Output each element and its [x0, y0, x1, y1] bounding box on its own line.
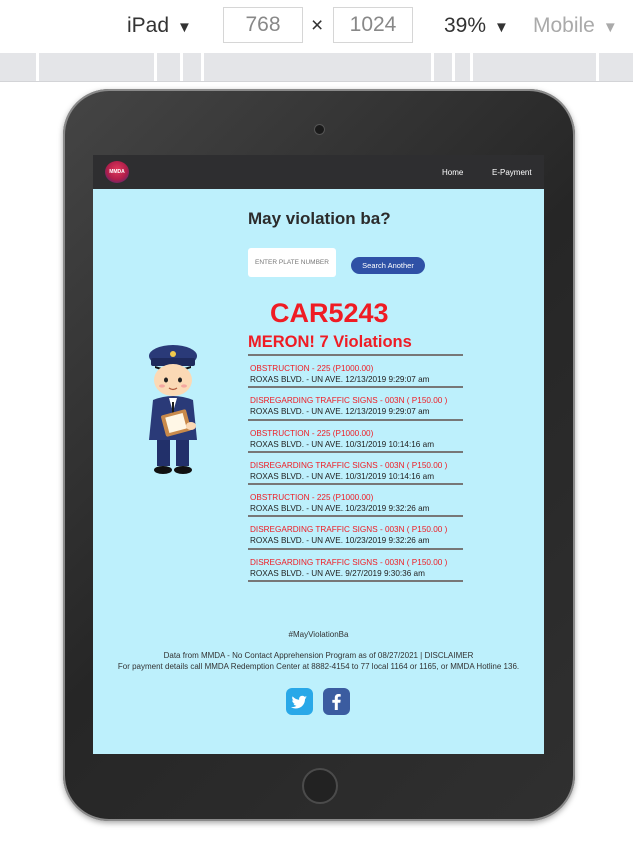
media-query-bar[interactable] [0, 53, 633, 82]
plate-number-input[interactable] [248, 248, 336, 277]
ruler-tick [154, 53, 157, 81]
violation-location: ROXAS BLVD. - UN AVE. 10/31/2019 10:14:1… [250, 471, 435, 481]
violation-title: DISREGARDING TRAFFIC SIGNS - 003N ( P150… [250, 396, 448, 406]
zoom-select[interactable]: 39% ▼ [444, 14, 509, 38]
ruler-tick [201, 53, 204, 81]
traffic-enforcer-illustration [149, 345, 197, 474]
ruler-tick [596, 53, 599, 81]
device-select-label: iPad [127, 14, 170, 37]
violation-title: OBSTRUCTION - 225 (P1000.00) [250, 493, 374, 503]
violation-item: DISREGARDING TRAFFIC SIGNS - 003N ( P150… [248, 453, 463, 486]
chevron-down-icon: ▼ [602, 19, 618, 36]
ruler-tick [470, 53, 473, 81]
device-select[interactable]: iPad ▼ [127, 14, 192, 38]
violation-location: ROXAS BLVD. - UN AVE. 10/23/2019 9:32:26… [250, 536, 430, 546]
violation-location: ROXAS BLVD. - UN AVE. 12/13/2019 9:29:07… [250, 375, 430, 384]
violation-location: ROXAS BLVD. - UN AVE. 10/23/2019 9:32:26… [250, 504, 430, 514]
footer-payment-details: For payment details call MMDA Redemption… [117, 661, 520, 671]
device-toolbar: iPad ▼ 768 × 1024 39% ▼ Mobile ▼ [0, 0, 633, 52]
hashtag: #MayViolationBa [288, 630, 349, 639]
emulated-screen: MMDA Home E-Payment May violation ba? Se… [93, 155, 544, 754]
footer-text: Data from MMDA - No Contact Apprehension… [103, 651, 534, 672]
violation-count: MERON! 7 Violations [248, 333, 412, 351]
mode-select[interactable]: Mobile ▼ [533, 14, 618, 38]
nav-epayment-link[interactable]: E-Payment [492, 168, 532, 177]
violation-title: OBSTRUCTION - 225 (P1000.00) [250, 364, 374, 373]
page-title: May violation ba? [248, 209, 391, 228]
search-another-button[interactable]: Search Another [351, 257, 425, 274]
ruler-tick [431, 53, 434, 81]
violation-title: DISREGARDING TRAFFIC SIGNS - 003N ( P150… [250, 460, 448, 470]
violation-title: DISREGARDING TRAFFIC SIGNS - 003N ( P150… [250, 525, 448, 535]
violation-location: ROXAS BLVD. - UN AVE. 9/27/2019 9:30:36 … [250, 568, 425, 578]
chevron-down-icon: ▼ [494, 19, 509, 36]
ruler-tick [36, 53, 39, 81]
dimension-separator: × [311, 14, 324, 37]
violation-item: OBSTRUCTION - 225 (P1000.00) ROXAS BLVD.… [248, 485, 463, 518]
ruler-tick [180, 53, 183, 81]
violation-item: DISREGARDING TRAFFIC SIGNS - 003N ( P150… [248, 388, 463, 421]
chevron-down-icon: ▼ [177, 19, 192, 36]
navbar: MMDA Home E-Payment [93, 155, 544, 189]
zoom-select-label: 39% [444, 14, 487, 37]
mmda-logo[interactable]: MMDA [105, 161, 129, 183]
height-input[interactable]: 1024 [333, 7, 413, 43]
violation-item: OBSTRUCTION - 225 (P1000.00) ROXAS BLVD.… [248, 421, 463, 453]
violation-item: OBSTRUCTION - 225 (P1000.00) ROXAS BLVD.… [248, 356, 463, 389]
violation-title: DISREGARDING TRAFFIC SIGNS - 003N ( P150… [250, 557, 448, 567]
violation-title: OBSTRUCTION - 225 (P1000.00) [250, 428, 374, 438]
footer-disclaimer: Data from MMDA - No Contact Apprehension… [163, 651, 474, 660]
violation-list: OBSTRUCTION - 225 (P1000.00) ROXAS BLVD.… [248, 354, 463, 583]
home-button[interactable] [302, 768, 338, 804]
facebook-icon [332, 694, 341, 710]
twitter-share-button[interactable] [286, 688, 313, 715]
violation-item: DISREGARDING TRAFFIC SIGNS - 003N ( P150… [248, 517, 463, 550]
twitter-icon [291, 695, 307, 709]
nav-home-link[interactable]: Home [442, 168, 463, 177]
camera-icon [314, 124, 325, 135]
violation-location: ROXAS BLVD. - UN AVE. 10/31/2019 10:14:1… [250, 439, 435, 449]
ruler-tick [452, 53, 455, 81]
violation-location: ROXAS BLVD. - UN AVE. 12/13/2019 9:29:07… [250, 407, 430, 417]
plate-number-result: CAR5243 [270, 298, 389, 328]
violation-item: DISREGARDING TRAFFIC SIGNS - 003N ( P150… [248, 550, 463, 583]
width-input[interactable]: 768 [223, 7, 303, 43]
facebook-share-button[interactable] [323, 688, 350, 715]
mode-select-label: Mobile [533, 14, 595, 37]
